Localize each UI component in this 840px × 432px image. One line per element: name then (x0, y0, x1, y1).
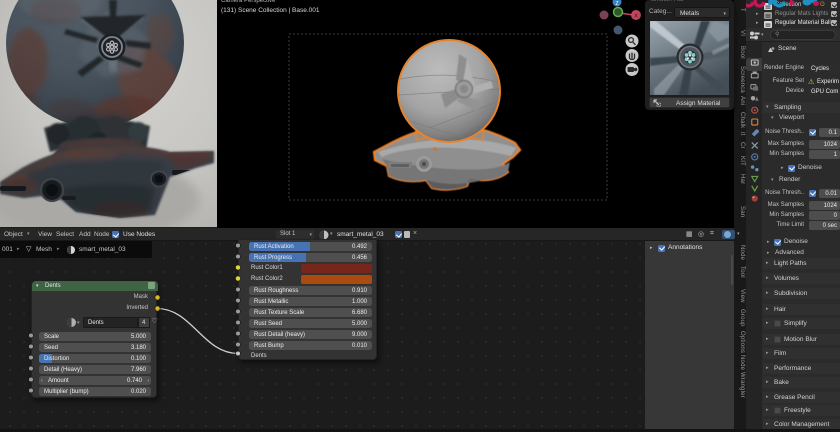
svg-text:Z: Z (615, 1, 618, 7)
svg-text:X: X (634, 14, 638, 20)
